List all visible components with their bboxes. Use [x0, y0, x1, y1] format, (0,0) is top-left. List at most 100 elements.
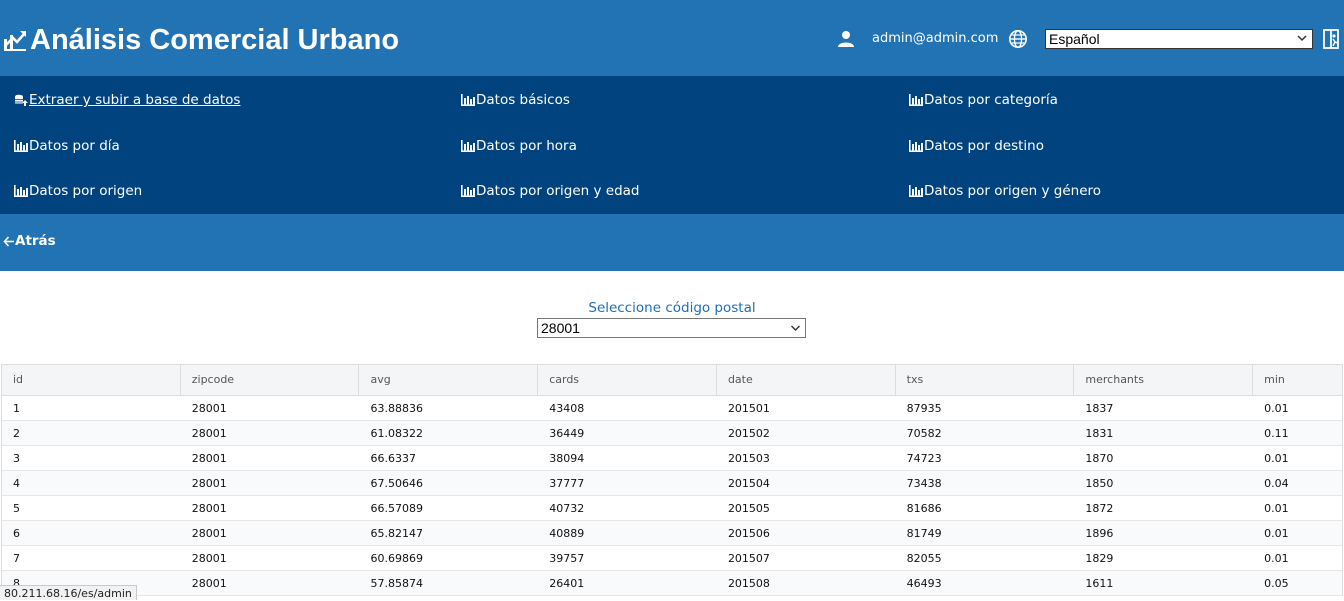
- database-upload-icon: [15, 94, 28, 106]
- table-row[interactable]: 3 28001 66.6337 38094 201503 74723 1870 0.01: [2, 446, 1342, 471]
- nav-data-by-day[interactable]: Datos por día: [14, 136, 120, 156]
- back-label: Atrás: [15, 233, 56, 249]
- nav-data-by-category[interactable]: Datos por categoría: [909, 90, 1058, 110]
- table-row[interactable]: 8 28001 57.85874 26401 201508 46493 1611 0.05: [2, 571, 1342, 596]
- table-cell-txs: 82055: [906, 552, 942, 565]
- table-cell-zipcode: 28001: [191, 427, 227, 440]
- nav-data-by-hour[interactable]: Datos por hora: [461, 136, 577, 156]
- column-header-merchants[interactable]: merchants: [1074, 365, 1254, 395]
- table-cell-date: 201507: [727, 552, 770, 565]
- nav-label: Datos por origen y edad: [476, 183, 640, 199]
- chart-trend-logo-icon: [4, 31, 26, 51]
- table-cell-min: 0.01: [1264, 502, 1289, 515]
- table-cell-avg: 65.82147: [370, 527, 423, 540]
- table-cell-zipcode: 28001: [191, 477, 227, 490]
- table-cell-date: 201504: [727, 477, 770, 490]
- table-cell-txs: 81749: [906, 527, 942, 540]
- table-cell-id: 3: [13, 452, 20, 465]
- back-button[interactable]: Atrás: [3, 233, 56, 249]
- table-cell-merchants: 1611: [1085, 577, 1114, 590]
- table-cell-txs: 70582: [906, 427, 942, 440]
- bar-chart-icon: [461, 94, 475, 106]
- table-cell-merchants: 1831: [1085, 427, 1114, 440]
- user-email[interactable]: admin@admin.com: [872, 31, 998, 46]
- table-cell-min: 0.01: [1264, 452, 1289, 465]
- table-row[interactable]: 5 28001 66.57089 40732 201505 81686 1872 0.01: [2, 496, 1342, 521]
- table-cell-avg: 61.08322: [370, 427, 423, 440]
- bar-chart-icon: [909, 140, 923, 152]
- nav-label: Datos por origen: [29, 183, 143, 199]
- bar-chart-icon: [909, 185, 923, 197]
- status-url: 80.211.68.16/es/admin: [0, 585, 137, 600]
- table-cell-cards: 37777: [549, 477, 585, 490]
- table-cell-merchants: 1829: [1085, 552, 1114, 565]
- table-cell-cards: 40889: [549, 527, 585, 540]
- table-cell-min: 0.01: [1264, 402, 1289, 415]
- table-cell-avg: 67.50646: [370, 477, 423, 490]
- column-header-min[interactable]: min: [1253, 365, 1342, 395]
- table-cell-id: 2: [13, 427, 20, 440]
- column-header-avg[interactable]: avg: [359, 365, 539, 395]
- table-cell-cards: 38094: [549, 452, 585, 465]
- brand[interactable]: Análisis Comercial Urbano: [2, 22, 399, 58]
- sub-toolbar: Atrás: [0, 214, 1344, 271]
- table-cell-merchants: 1837: [1085, 402, 1114, 415]
- table-cell-txs: 46493: [906, 577, 942, 590]
- table-cell-date: 201505: [727, 502, 770, 515]
- column-header-id[interactable]: id: [2, 365, 181, 395]
- table-cell-min: 0.05: [1264, 577, 1289, 590]
- table-cell-cards: 26401: [549, 577, 585, 590]
- logout-icon[interactable]: [1322, 28, 1342, 50]
- table-cell-id: 6: [13, 527, 20, 540]
- language-select[interactable]: Español: [1045, 29, 1313, 49]
- bar-chart-icon: [909, 94, 923, 106]
- nav-data-by-origin[interactable]: Datos por origen: [14, 181, 142, 201]
- table-row[interactable]: 7 28001 60.69869 39757 201507 82055 1829 0.01: [2, 546, 1342, 571]
- table-cell-id: 4: [13, 477, 20, 490]
- table-row[interactable]: 6 28001 65.82147 40889 201506 81749 1896 0.01: [2, 521, 1342, 546]
- table-row[interactable]: 1 28001 63.88836 43408 201501 87935 1837 0.01: [2, 396, 1342, 421]
- table-cell-zipcode: 28001: [191, 527, 227, 540]
- app-title: Análisis Comercial Urbano: [30, 23, 400, 56]
- language-selected-value: Español: [1049, 31, 1100, 47]
- table-row[interactable]: 4 28001 67.50646 37777 201504 73438 1850 0.04: [2, 471, 1342, 496]
- table-cell-cards: 40732: [549, 502, 585, 515]
- table-cell-zipcode: 28001: [191, 452, 227, 465]
- nav-label: Datos por categoría: [924, 92, 1058, 108]
- table-cell-avg: 63.88836: [370, 402, 423, 415]
- nav-label: Datos básicos: [476, 92, 570, 108]
- nav-label: Datos por origen y género: [924, 183, 1102, 199]
- table-row[interactable]: 2 28001 61.08322 36449 201502 70582 1831 0.11: [2, 421, 1342, 446]
- table-cell-date: 201506: [727, 527, 770, 540]
- table-cell-avg: 66.57089: [370, 502, 423, 515]
- column-header-date[interactable]: date: [717, 365, 896, 395]
- table-cell-date: 201502: [727, 427, 770, 440]
- user-icon[interactable]: [837, 30, 855, 48]
- column-header-cards[interactable]: cards: [538, 365, 717, 395]
- table-cell-txs: 81686: [906, 502, 942, 515]
- nav-data-by-origin-gender[interactable]: Datos por origen y género: [909, 181, 1101, 201]
- table-cell-cards: 36449: [549, 427, 585, 440]
- table-cell-zipcode: 28001: [191, 402, 227, 415]
- table-cell-cards: 43408: [549, 402, 585, 415]
- nav-label: Datos por día: [29, 138, 120, 154]
- main-nav: Extraer y subir a base de datos Datos bá…: [0, 76, 1344, 214]
- table-cell-zipcode: 28001: [191, 502, 227, 515]
- globe-icon: [1009, 30, 1027, 48]
- nav-label: Datos por destino: [924, 138, 1044, 154]
- nav-basic-data[interactable]: Datos básicos: [461, 90, 570, 110]
- table-cell-min: 0.11: [1264, 427, 1289, 440]
- table-cell-date: 201501: [727, 402, 770, 415]
- table-cell-min: 0.01: [1264, 527, 1289, 540]
- nav-label: Datos por hora: [476, 138, 577, 154]
- nav-data-by-destination[interactable]: Datos por destino: [909, 136, 1044, 156]
- nav-extract-upload[interactable]: Extraer y subir a base de datos: [14, 90, 240, 110]
- table-cell-avg: 60.69869: [370, 552, 423, 565]
- nav-data-by-origin-age[interactable]: Datos por origen y edad: [461, 181, 640, 201]
- column-header-zipcode[interactable]: zipcode: [181, 365, 360, 395]
- table-cell-avg: 57.85874: [370, 577, 423, 590]
- zipcode-select[interactable]: 28001: [537, 318, 806, 338]
- table-cell-avg: 66.6337: [370, 452, 416, 465]
- column-header-txs[interactable]: txs: [896, 365, 1075, 395]
- zipcode-selected-value: 28001: [541, 320, 580, 336]
